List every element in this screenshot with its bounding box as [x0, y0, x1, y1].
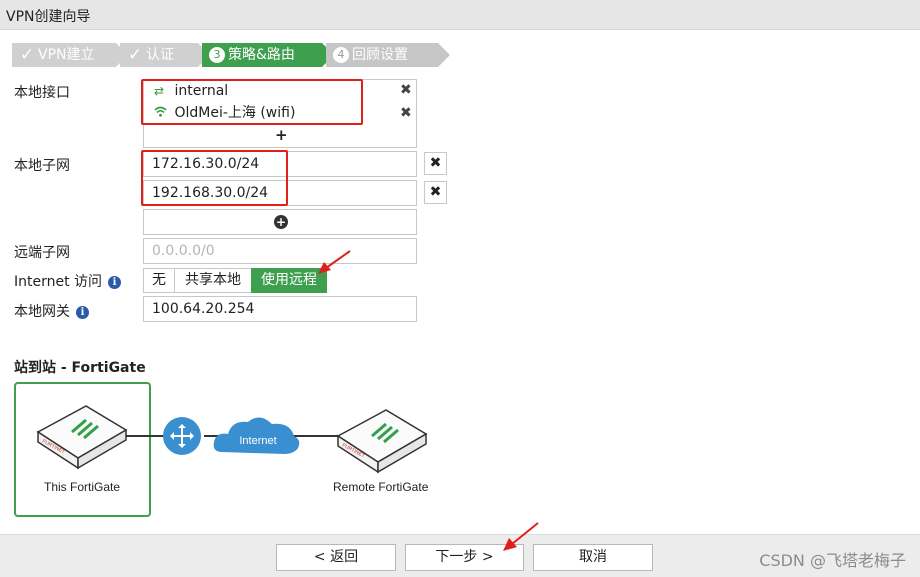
- watermark-text: CSDN @飞塔老梅子: [759, 551, 906, 570]
- topology-title: 站到站 - FortiGate: [14, 360, 146, 376]
- step-policy-routing[interactable]: 3 策略&路由: [202, 43, 334, 67]
- step-arrow-icon: [438, 43, 450, 67]
- step-label: 认证: [146, 47, 174, 63]
- back-button[interactable]: < 返回: [276, 544, 396, 571]
- annotation-arrow-icon: [318, 250, 351, 274]
- cancel-button[interactable]: 取消: [533, 544, 653, 571]
- remove-subnet-1-button[interactable]: ✖: [424, 152, 447, 175]
- add-subnet-button[interactable]: +: [143, 209, 417, 235]
- internet-access-text: Internet 访问: [14, 274, 103, 290]
- add-interface-button[interactable]: +: [275, 126, 288, 144]
- svg-text:Internet: Internet: [239, 435, 276, 447]
- remove-subnet-2-button[interactable]: ✖: [424, 181, 447, 204]
- highlight-box-interfaces: [141, 79, 363, 125]
- internet-cloud-icon: Internet: [213, 417, 300, 454]
- topology-diagram: FURTINET Internet FURTINET: [36, 405, 428, 474]
- window-titlebar: VPN创建向导: [0, 0, 920, 30]
- wizard-footer: < 返回 下一步 > 取消 CSDN @飞塔老梅子: [0, 534, 920, 577]
- add-circle-icon: +: [274, 215, 288, 229]
- step-number: 3: [209, 47, 225, 63]
- step-label: 回顾设置: [352, 47, 408, 63]
- info-icon[interactable]: i: [76, 306, 89, 319]
- step-label: VPN建立: [38, 47, 95, 63]
- internet-access-label: Internet 访问 i: [14, 271, 122, 291]
- step-review[interactable]: 4 回顾设置: [326, 43, 450, 67]
- this-fortigate-label: This FortiGate: [44, 480, 121, 494]
- highlight-box-subnets: [141, 150, 288, 206]
- remote-fortigate-label: Remote FortiGate: [333, 480, 429, 494]
- annotation-arrow-icon: [503, 522, 539, 551]
- check-icon: ✓: [127, 45, 143, 65]
- fortigate-device-icon: FURTINET: [336, 409, 428, 474]
- step-vpn-setup[interactable]: ✓ VPN建立: [12, 43, 128, 67]
- check-icon: ✓: [19, 45, 35, 65]
- internet-access-none[interactable]: 无: [143, 268, 175, 293]
- step-auth[interactable]: ✓ 认证: [120, 43, 210, 67]
- window-title: VPN创建向导: [6, 9, 91, 25]
- router-icon: [163, 417, 201, 455]
- step-number: 4: [333, 47, 349, 63]
- local-subnet-label: 本地子网: [14, 158, 70, 174]
- local-gateway-field[interactable]: 100.64.20.254: [143, 296, 417, 322]
- remote-subnet-field[interactable]: 0.0.0.0/0: [143, 238, 417, 264]
- info-icon[interactable]: i: [108, 276, 122, 289]
- internet-access-share-local[interactable]: 共享本地: [174, 268, 252, 293]
- local-gateway-text: 本地网关: [14, 304, 70, 320]
- step-label: 策略&路由: [228, 47, 295, 63]
- remote-subnet-label: 远端子网: [14, 245, 70, 261]
- local-interface-label: 本地接口: [14, 85, 70, 101]
- local-gateway-label: 本地网关 i: [14, 301, 89, 321]
- remove-interface-wifi-icon[interactable]: ✖: [400, 105, 412, 121]
- remove-interface-internal-icon[interactable]: ✖: [400, 82, 412, 98]
- fortigate-device-icon: FURTINET: [36, 405, 128, 470]
